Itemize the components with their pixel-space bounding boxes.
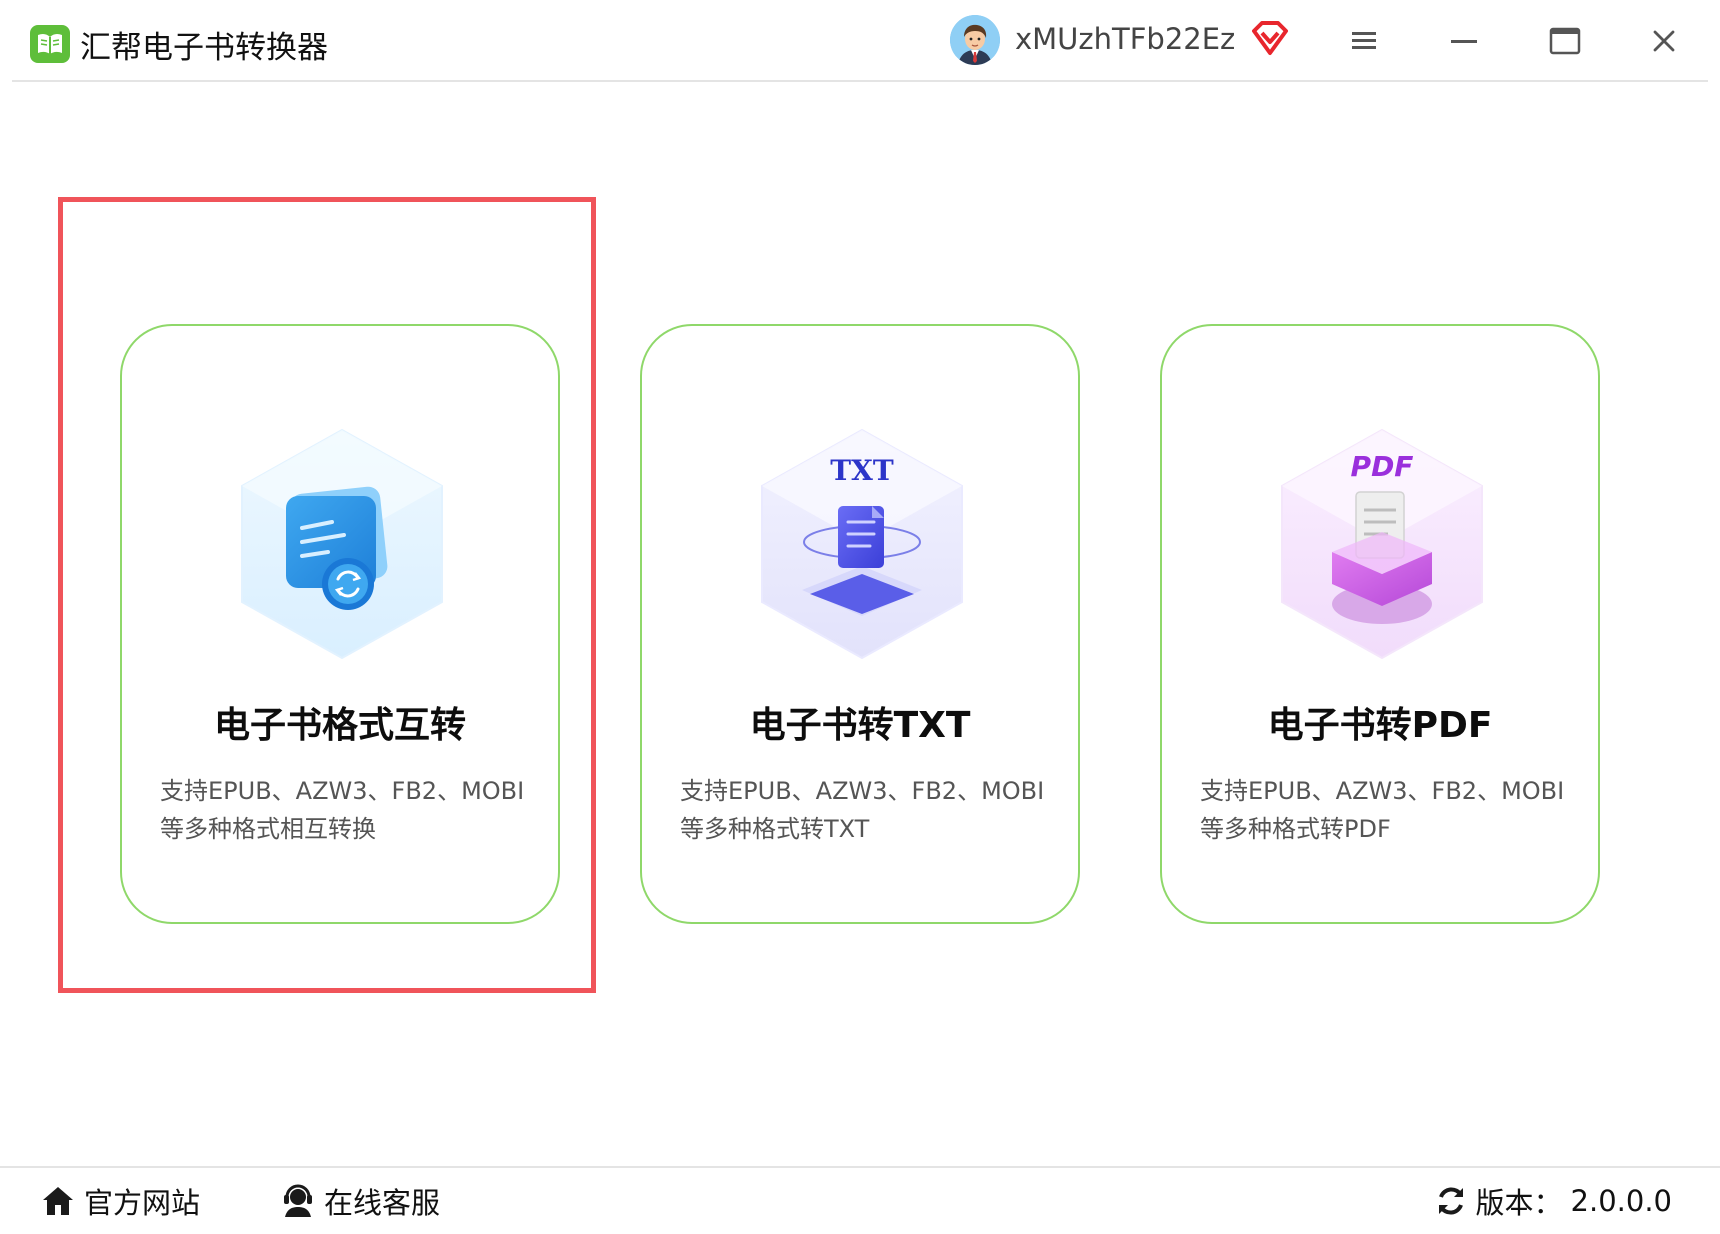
card-badge: TXT [830, 454, 894, 487]
card-ebook-to-txt[interactable]: TXT 电子书转TXT 支持EPUB、AZW3、FB2、MOBI 等多种格式转T… [640, 324, 1080, 924]
card-description-line: 支持EPUB、AZW3、FB2、MOBI [1200, 777, 1565, 805]
maximize-button[interactable] [1534, 18, 1594, 64]
footer: 官方网站 在线客服 版本： 2.0.0.0 [0, 1168, 1720, 1234]
online-support-link[interactable]: 在线客服 [280, 1178, 440, 1224]
home-icon [43, 1187, 73, 1215]
close-icon [1653, 30, 1675, 52]
card-title: 电子书转TXT [749, 705, 971, 746]
pdf-convert-icon: PDF [1272, 424, 1492, 664]
menu-button[interactable] [1334, 18, 1394, 64]
card-description: 支持EPUB、AZW3、FB2、MOBI 等多种格式相互转换 [160, 772, 540, 848]
card-description: 支持EPUB、AZW3、FB2、MOBI 等多种格式转TXT [680, 772, 1060, 848]
card-description: 支持EPUB、AZW3、FB2、MOBI 等多种格式转PDF [1200, 772, 1580, 848]
card-title: 电子书格式互转 [213, 705, 466, 746]
card-ebook-to-pdf[interactable]: PDF 电子书转PDF 支持EPUB、AZW3、FB2、MOBI 等多种格式转P… [1160, 324, 1600, 924]
app-title: 汇帮电子书转换器 [80, 30, 328, 66]
official-website-label: 官方网站 [84, 1186, 201, 1220]
card-format-convert[interactable]: 电子书格式互转 支持EPUB、AZW3、FB2、MOBI 等多种格式相互转换 [120, 324, 560, 924]
format-convert-icon [232, 424, 452, 664]
minimize-button[interactable] [1434, 18, 1494, 64]
minimize-icon [1451, 40, 1477, 43]
maximize-icon [1549, 27, 1581, 55]
version-info[interactable]: 版本： 2.0.0.0 [1434, 1178, 1672, 1224]
menu-icon [1352, 32, 1376, 49]
username[interactable]: xMUzhTFb22Ez [1015, 22, 1235, 56]
card-badge: PDF [1351, 450, 1414, 483]
version-number: 2.0.0.0 [1570, 1184, 1672, 1218]
official-website-link[interactable]: 官方网站 [40, 1178, 200, 1224]
card-description-line: 支持EPUB、AZW3、FB2、MOBI [680, 777, 1045, 805]
refresh-icon [1438, 1187, 1463, 1215]
card-description-line: 等多种格式转TXT [680, 815, 870, 843]
online-support-label: 在线客服 [324, 1186, 441, 1220]
title-bar-divider [12, 80, 1708, 82]
card-description-line: 等多种格式相互转换 [160, 815, 376, 843]
close-button[interactable] [1634, 18, 1694, 64]
txt-convert-icon: TXT [752, 424, 972, 664]
vip-diamond-icon[interactable] [1250, 20, 1290, 60]
book-icon [30, 25, 70, 63]
card-description-line: 等多种格式转PDF [1200, 815, 1391, 843]
card-title: 电子书转PDF [1267, 705, 1493, 746]
customer-service-icon [284, 1184, 312, 1217]
card-description-line: 支持EPUB、AZW3、FB2、MOBI [160, 777, 525, 805]
user-avatar[interactable] [950, 15, 1000, 65]
title-bar: 汇帮电子书转换器 xMUzhTFb22Ez [0, 0, 1720, 82]
version-label: 版本： [1475, 1186, 1563, 1220]
